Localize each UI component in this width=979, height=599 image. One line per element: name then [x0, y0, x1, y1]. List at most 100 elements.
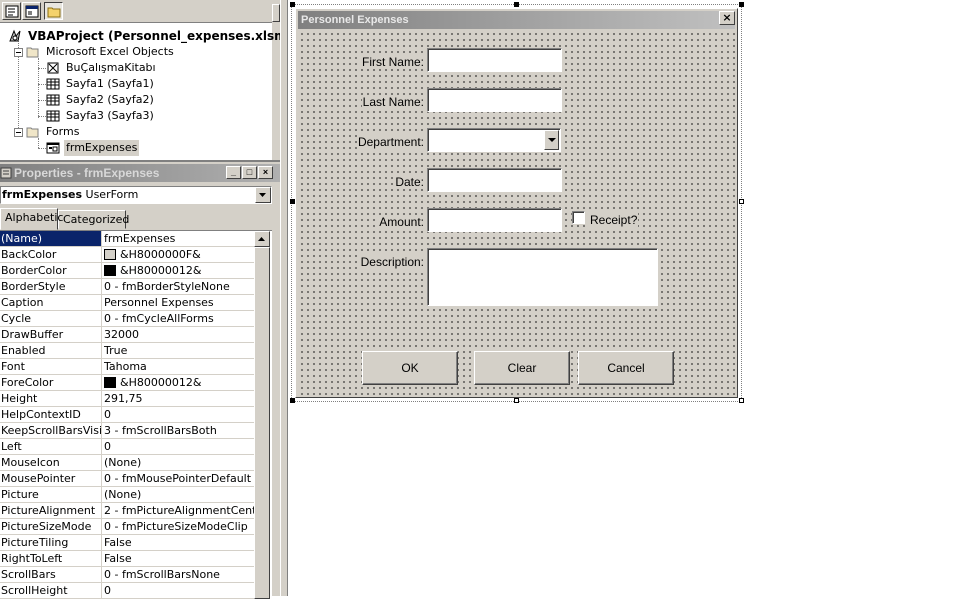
property-row[interactable]: BackColor &H8000000F&: [0, 247, 254, 263]
description-textbox[interactable]: [427, 248, 658, 306]
form-close-button[interactable]: ×: [719, 11, 735, 25]
userform-personnel-expenses[interactable]: Personnel Expenses × First Name: Last Na…: [295, 8, 738, 398]
color-swatch-icon: [104, 377, 116, 388]
property-name: RightToLeft: [0, 551, 102, 566]
property-row[interactable]: ScrollHeight 0: [0, 583, 254, 599]
property-value-text: 0 - fmPictureSizeModeClip: [104, 520, 248, 533]
property-row[interactable]: Caption Personnel Expenses: [0, 295, 254, 311]
last-name-textbox[interactable]: [427, 88, 562, 112]
property-row[interactable]: ForeColor &H80000012&: [0, 375, 254, 391]
department-combobox[interactable]: [427, 128, 561, 152]
property-value[interactable]: 3 - fmScrollBarsBoth: [104, 423, 254, 438]
resize-handle-right[interactable]: [739, 199, 744, 204]
property-value[interactable]: False: [104, 551, 254, 566]
property-row[interactable]: MousePointer 0 - fmMousePointerDefault: [0, 471, 254, 487]
property-value-text: 0: [104, 584, 111, 597]
color-swatch-icon: [104, 249, 116, 260]
property-row[interactable]: Left 0: [0, 439, 254, 455]
property-value[interactable]: &H8000000F&: [104, 247, 254, 262]
scroll-up-button[interactable]: [254, 231, 270, 247]
object-selector-dropdown[interactable]: [255, 187, 271, 203]
view-object-button[interactable]: [22, 2, 41, 20]
form-title-bar: Personnel Expenses: [298, 11, 735, 29]
property-value[interactable]: &H80000012&: [104, 375, 254, 390]
property-value[interactable]: 0: [104, 407, 254, 422]
property-row[interactable]: PictureTiling False: [0, 535, 254, 551]
form-client-area: First Name: Last Name: Department: Date:…: [298, 30, 735, 395]
property-row[interactable]: KeepScrollBarsVisible3 - fmScrollBarsBot…: [0, 423, 254, 439]
first-name-textbox[interactable]: [427, 48, 562, 72]
property-value[interactable]: &H80000012&: [104, 263, 254, 278]
property-value[interactable]: True: [104, 343, 254, 358]
amount-textbox[interactable]: [427, 208, 562, 232]
pane-splitter[interactable]: [280, 0, 288, 596]
scroll-thumb[interactable]: [254, 247, 270, 599]
collapse-excel-objects[interactable]: [14, 48, 23, 57]
property-row[interactable]: DrawBuffer 32000: [0, 327, 254, 343]
property-value[interactable]: False: [104, 535, 254, 550]
property-value[interactable]: (None): [104, 487, 254, 502]
resize-handle-corner[interactable]: [739, 398, 744, 403]
properties-window: Properties - frmExpenses _ □ × frmExpens…: [0, 160, 280, 599]
property-row[interactable]: BorderColor &H80000012&: [0, 263, 254, 279]
property-value[interactable]: 291,75: [104, 391, 254, 406]
property-value[interactable]: 0 - fmBorderStyleNone: [104, 279, 254, 294]
clear-button[interactable]: Clear: [474, 351, 570, 385]
property-value-text: &H80000012&: [120, 264, 202, 277]
collapse-forms[interactable]: [14, 128, 23, 137]
property-value[interactable]: 0 - fmPictureSizeModeClip: [104, 519, 254, 534]
property-row[interactable]: (Name) frmExpenses: [0, 231, 254, 247]
ok-button[interactable]: OK: [362, 351, 458, 385]
property-row[interactable]: Height 291,75: [0, 391, 254, 407]
view-code-button[interactable]: [2, 2, 21, 20]
property-value-text: 32000: [104, 328, 139, 341]
property-value[interactable]: (None): [104, 455, 254, 470]
property-row[interactable]: PictureSizeMode 0 - fmPictureSizeModeClip: [0, 519, 254, 535]
property-grid: (Name) frmExpenses BackColor &H8000000F& Bor…: [0, 230, 272, 599]
property-value[interactable]: 32000: [104, 327, 254, 342]
minimize-button[interactable]: _: [226, 166, 241, 179]
property-row[interactable]: Picture (None): [0, 487, 254, 503]
property-value[interactable]: Tahoma: [104, 359, 254, 374]
project-explorer-scrollbar[interactable]: [272, 0, 280, 160]
property-name: Caption: [0, 295, 102, 310]
receipt-checkbox[interactable]: [572, 211, 585, 224]
worksheet-icon: [46, 110, 60, 122]
tab-categorized[interactable]: Categorized: [58, 210, 129, 229]
property-value[interactable]: 0 - fmMousePointerDefault: [104, 471, 254, 486]
resize-handle: [290, 398, 295, 403]
property-value[interactable]: 0 - fmCycleAllForms: [104, 311, 254, 326]
property-row[interactable]: RightToLeft False: [0, 551, 254, 567]
cancel-button[interactable]: Cancel: [578, 351, 674, 385]
object-selector[interactable]: frmExpenses UserForm: [0, 186, 272, 204]
property-row[interactable]: PictureAlignment 2 - fmPictureAlignmentCe…: [0, 503, 254, 519]
properties-title-bar[interactable]: Properties - frmExpenses _ □ ×: [0, 164, 280, 182]
property-row[interactable]: ScrollBars 0 - fmScrollBarsNone: [0, 567, 254, 583]
tree-item-vbaproject[interactable]: VBAProject (Personnel_expenses.xlsm): [0, 28, 292, 44]
close-button[interactable]: ×: [258, 166, 273, 179]
maximize-button[interactable]: □: [242, 166, 257, 179]
property-row[interactable]: Font Tahoma: [0, 359, 254, 375]
property-row[interactable]: Cycle 0 - fmCycleAllForms: [0, 311, 254, 327]
property-value[interactable]: 0: [104, 439, 254, 454]
property-value-text: False: [104, 536, 132, 549]
property-value[interactable]: 2 - fmPictureAlignmentCenter: [104, 503, 254, 518]
property-value[interactable]: frmExpenses: [104, 231, 254, 246]
label-department: Department:: [356, 135, 425, 149]
property-value[interactable]: 0 - fmScrollBarsNone: [104, 567, 254, 582]
property-value[interactable]: Personnel Expenses: [104, 295, 254, 310]
property-value-text: 291,75: [104, 392, 143, 405]
property-row[interactable]: MouseIcon (None): [0, 455, 254, 471]
date-textbox[interactable]: [427, 168, 562, 192]
toggle-folders-button[interactable]: [44, 2, 63, 20]
property-row[interactable]: Enabled True: [0, 343, 254, 359]
property-name: PictureTiling: [0, 535, 102, 550]
department-dropdown-button[interactable]: [544, 130, 559, 150]
scroll-thumb[interactable]: [272, 4, 280, 22]
tab-alphabetic[interactable]: Alphabetic: [0, 208, 63, 230]
resize-handle-bottom[interactable]: [514, 398, 519, 403]
property-row[interactable]: BorderStyle 0 - fmBorderStyleNone: [0, 279, 254, 295]
tree-label-forms: Forms: [46, 125, 80, 138]
property-row[interactable]: HelpContextID 0: [0, 407, 254, 423]
property-grid-scrollbar[interactable]: [254, 231, 270, 599]
